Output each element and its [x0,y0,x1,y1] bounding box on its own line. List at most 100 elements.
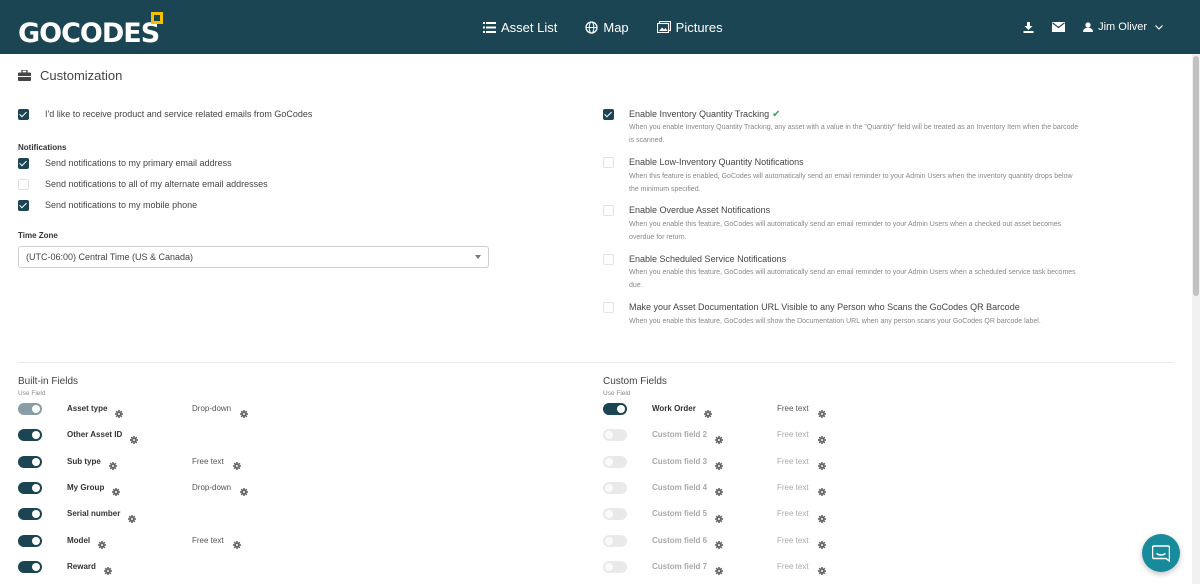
custom-field-type: Free text [777,535,809,545]
builtin-field-toggle[interactable] [18,508,42,521]
feature-service-checkbox[interactable] [603,254,614,265]
messages-button[interactable] [1052,22,1066,32]
custom-field-toggle[interactable] [603,560,627,573]
timezone-select[interactable]: (UTC-06:00) Central Time (US & Canada) [18,246,489,268]
feature-low-inventory-desc: When this feature is enabled, GoCodes wi… [629,173,1073,193]
gear-icon[interactable] [715,536,723,554]
feature-doc-url-checkbox[interactable] [603,302,614,313]
feature-low-inventory-title: Enable Low-Inventory Quantity Notificati… [629,157,804,167]
chevron-down-icon [1155,24,1163,30]
feature-overdue-title: Enable Overdue Asset Notifications [629,205,771,215]
timezone-label: Time Zone [18,231,58,240]
gear-icon[interactable] [112,483,120,501]
feature-overdue-desc: When you enable this feature, GoCodes wi… [629,221,1062,241]
gear-icon[interactable] [240,405,248,423]
notify-mobile-checkbox[interactable] [18,200,29,211]
marketing-email-label: I'd like to receive product and service … [45,109,313,119]
feature-service-title: Enable Scheduled Service Notifications [629,254,787,264]
custom-field-type: Free text [777,561,809,571]
builtin-field-type: Free text [192,456,224,466]
gear-icon[interactable] [715,483,723,501]
gear-icon[interactable] [128,510,136,528]
builtin-field-type: Free text [192,535,224,545]
builtin-field-name: Other Asset ID [67,430,123,440]
builtin-use-field-label: Use Field [18,390,46,397]
nav-pictures[interactable]: Pictures [656,19,723,35]
feature-overdue-checkbox[interactable] [603,205,614,216]
feature-doc-url-title: Make your Asset Documentation URL Visibl… [629,302,1020,312]
nav-pictures-label: Pictures [675,19,723,35]
gear-icon[interactable] [240,483,248,501]
notify-alternate-label: Send notifications to all of my alternat… [45,179,268,189]
builtin-field-name: Model [67,535,91,545]
chat-icon [1152,544,1170,562]
feature-inventory-desc: When you enable Inventory Quantity Track… [629,124,1079,144]
gear-icon[interactable] [115,405,123,423]
gear-icon[interactable] [715,510,723,528]
custom-field-type: Free text [777,509,809,519]
builtin-field-toggle[interactable] [18,534,42,547]
gear-icon[interactable] [233,536,241,554]
gear-icon[interactable] [704,405,712,423]
custom-field-toggle[interactable] [603,508,627,521]
gear-icon[interactable] [98,536,106,554]
notify-primary-checkbox[interactable] [18,158,29,169]
nav-asset-list[interactable]: Asset List [483,20,557,35]
feature-low-inventory-checkbox[interactable] [603,157,614,168]
download-button[interactable] [1023,21,1034,33]
builtin-field-toggle[interactable] [18,455,42,468]
builtin-field-toggle[interactable] [18,481,42,494]
gear-icon[interactable] [109,457,117,475]
notify-alternate-checkbox[interactable] [18,179,29,190]
custom-fields-title: Custom Fields [603,376,667,387]
custom-field-toggle[interactable] [603,403,627,415]
feature-doc-url-desc: When you enable this feature, GoCodes wi… [629,318,1041,325]
gear-icon[interactable] [818,510,826,528]
custom-field-toggle[interactable] [603,455,627,468]
scrollbar-thumb[interactable] [1193,56,1199,296]
user-menu[interactable]: Jim Oliver [1083,21,1168,33]
custom-field-toggle[interactable] [603,481,627,494]
builtin-field-toggle[interactable] [18,403,42,415]
feature-service-desc: When you enable this feature, GoCodes wi… [629,269,1076,289]
builtin-field-type: Drop-down [192,404,232,413]
download-icon [1023,21,1034,33]
gear-icon[interactable] [818,457,826,475]
logo-text: GOCODES [18,18,160,49]
chat-launcher-button[interactable] [1142,534,1180,572]
custom-field-type: Free text [777,482,809,492]
gear-icon[interactable] [818,483,826,501]
notify-primary-label: Send notifications to my primary email a… [45,158,232,168]
gear-icon[interactable] [818,562,826,580]
gear-icon[interactable] [130,431,138,449]
gear-icon[interactable] [818,431,826,449]
custom-field-name: Custom field 2 [652,430,708,440]
gear-icon[interactable] [715,431,723,449]
gear-icon[interactable] [715,562,723,580]
list-icon [483,21,496,33]
nav-map[interactable]: Map [585,20,629,35]
custom-field-name: Custom field 7 [652,561,708,571]
checkmark-icon: ✔ [772,109,781,120]
custom-field-name: Custom field 5 [652,509,708,519]
custom-field-name: Work Order [652,404,696,413]
page-scrollbar[interactable] [1192,54,1200,584]
custom-field-toggle[interactable] [603,534,627,547]
page-title-text: Customization [40,68,123,83]
builtin-field-toggle[interactable] [18,560,42,573]
custom-field-toggle[interactable] [603,429,627,442]
gear-icon[interactable] [104,562,112,580]
gear-icon[interactable] [233,457,241,475]
notifications-heading: Notifications [18,143,67,152]
marketing-email-checkbox[interactable] [18,109,29,120]
builtin-field-toggle[interactable] [18,429,42,442]
custom-field-name: Custom field 4 [652,482,708,492]
builtin-field-name: My Group [67,482,105,492]
gear-icon[interactable] [818,536,826,554]
feature-inventory-checkbox[interactable] [603,109,614,120]
timezone-value: (UTC-06:00) Central Time (US & Canada) [26,252,194,262]
gear-icon[interactable] [818,405,826,423]
custom-field-type: Free text [777,430,809,440]
gear-icon[interactable] [715,457,723,475]
feature-inventory-title: Enable Inventory Quantity Tracking ✔ [629,109,781,120]
